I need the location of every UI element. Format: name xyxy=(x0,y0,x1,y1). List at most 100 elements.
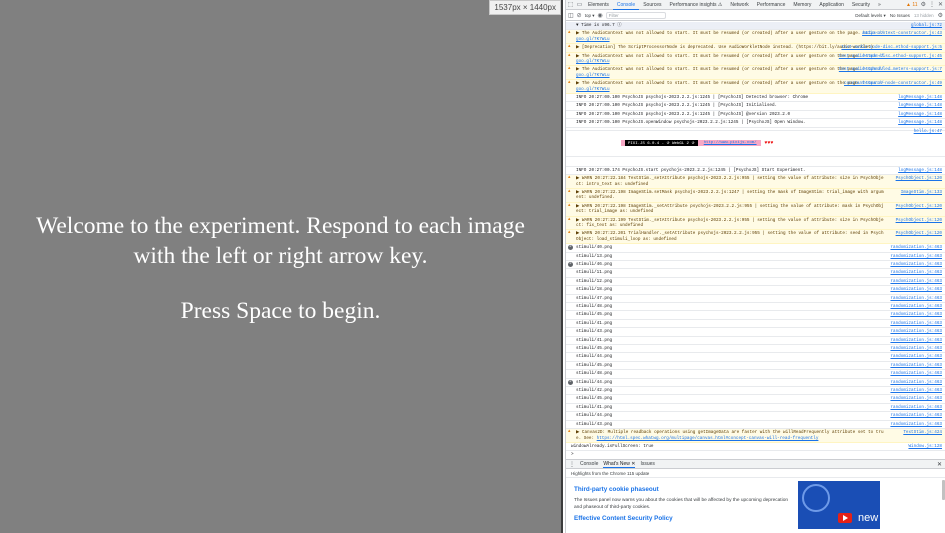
more-options-icon[interactable]: ⋮ xyxy=(929,1,935,8)
sidebar-toggle-icon[interactable]: ◫ xyxy=(568,12,574,19)
stimulus-log-row[interactable]: stimuli/47.png randomization.js:463 xyxy=(566,295,945,303)
source-link[interactable]: randomization.js:463 xyxy=(890,262,942,267)
stimulus-log-row[interactable]: stimuli/45.png randomization.js:463 xyxy=(566,362,945,371)
source-link[interactable]: logMessage.js:148 xyxy=(898,95,942,100)
section-heading[interactable]: Third-party cookie phaseout xyxy=(574,486,941,493)
stimulus-log-row[interactable]: stimuli/44.png randomization.js:463 xyxy=(566,353,945,362)
console-message[interactable]: ▶ The AudioContext was not allowed to st… xyxy=(566,66,945,81)
source-link[interactable]: randomization.js:463 xyxy=(890,270,942,275)
clear-console-icon[interactable]: ⊘ xyxy=(577,12,582,19)
console-message[interactable]: INFO 20:27:00.100 PsychoJS psychojs-2023… xyxy=(566,111,945,120)
source-link[interactable]: logMessage.js:148 xyxy=(898,168,942,173)
source-link[interactable]: randomization.js:463 xyxy=(890,329,942,334)
console-log-area[interactable]: ▼ Time is x96.7 ⓘ global.js:72 ▶ The Audio… xyxy=(566,22,945,459)
source-link[interactable]: randomization.js:463 xyxy=(890,380,942,385)
tab-9[interactable]: » xyxy=(874,0,885,10)
stimulus-log-row[interactable]: stimuli/48.png randomization.js:463 xyxy=(566,370,945,379)
experiment-canvas[interactable]: Welcome to the experiment. Respond to ea… xyxy=(0,0,563,533)
source-link[interactable]: randomization.js:463 xyxy=(890,396,942,401)
console-message[interactable]: INFO 20:27:00.100 PsychoJS psychojs-2023… xyxy=(566,102,945,111)
close-icon[interactable]: ✕ xyxy=(938,1,943,8)
section-heading[interactable]: Effective Content Security Policy xyxy=(574,515,941,522)
whats-new-video-thumbnail[interactable]: new xyxy=(798,481,880,529)
console-message[interactable]: INFO 20:27:00.100 PsychoJS psychojs-2023… xyxy=(566,94,945,103)
source-link[interactable]: randomization.js:463 xyxy=(890,363,942,368)
warning-count-badge[interactable]: ▲ 11 xyxy=(906,2,918,8)
tab-1[interactable]: Console xyxy=(612,0,640,10)
filter-input[interactable]: Filter xyxy=(605,12,666,19)
message-link[interactable]: https://html.spec.whatwg.org/multipage/c… xyxy=(597,436,819,441)
stimulus-log-row[interactable]: stimuli/42.png randomization.js:463 xyxy=(566,387,945,396)
stimulus-log-row[interactable]: stimuli/45.png randomization.js:463 xyxy=(566,345,945,354)
source-link[interactable]: randomization.js:463 xyxy=(890,304,942,309)
source-link[interactable]: randomization.js:463 xyxy=(890,388,942,393)
drawer-tab-console[interactable]: Console xyxy=(580,461,598,467)
source-link[interactable]: randomization.js:463 xyxy=(890,312,942,317)
stimulus-log-row[interactable]: stimuli/45.png randomization.js:463 xyxy=(566,311,945,320)
source-link[interactable]: PsychObject.js:120 xyxy=(896,204,942,209)
stimulus-log-row[interactable]: stimuli/18.png randomization.js:463 xyxy=(566,286,945,295)
tab-3[interactable]: Performance insights ⚠ xyxy=(666,0,727,10)
source-link[interactable]: randomization.js:463 xyxy=(890,245,942,250)
console-message[interactable]: ▶ WARN 20:27:22.198 ImageStim._setAttrib… xyxy=(566,202,945,217)
source-link[interactable]: randomization.js:463 xyxy=(890,405,942,410)
source-link[interactable]: test-audio-node-disc…ethod-support.js:5 xyxy=(841,45,942,50)
source-link[interactable]: audio-context-constructor.js:43 xyxy=(862,31,942,36)
source-link[interactable]: randomization.js:463 xyxy=(890,254,942,259)
stimulus-log-row[interactable]: stimuli/43.png randomization.js:463 xyxy=(566,328,945,337)
source-link[interactable]: hello.js:47 xyxy=(914,129,942,134)
drawer-close-icon[interactable]: ✕ xyxy=(937,461,945,468)
stimulus-log-row[interactable]: stimuli/13.png randomization.js:463 xyxy=(566,253,945,261)
console-message[interactable]: ▶ [Deprecation] The ScriptProcessorNode … xyxy=(566,44,945,53)
stimulus-log-row[interactable]: stimuli/41.png randomization.js:463 xyxy=(566,404,945,413)
tab-6[interactable]: Memory xyxy=(789,0,815,10)
console-message[interactable]: ▶ The AudioContext was not allowed to st… xyxy=(566,52,945,67)
stimulus-log-row[interactable]: stimuli/48.png randomization.js:463 xyxy=(566,303,945,312)
stimulus-log-row[interactable]: stimuli/44.png randomization.js:463 xyxy=(566,412,945,421)
tab-5[interactable]: Performance xyxy=(753,0,790,10)
tab-4[interactable]: Network xyxy=(726,0,752,10)
tab-7[interactable]: Application xyxy=(815,0,847,10)
console-message[interactable]: ▶ WARN 20:27:22.184 TextStim._setAttribu… xyxy=(566,175,945,189)
drawer-tab-whats-new[interactable]: What's New ✕ xyxy=(603,461,636,468)
console-message[interactable]: ▶ Canvas2D: Multiple readback operations… xyxy=(566,429,945,443)
source-link[interactable]: logMessage.js:148 xyxy=(898,103,942,108)
console-message[interactable]: hello.js:47 xyxy=(566,128,945,134)
source-link[interactable]: logMessage.js:148 xyxy=(898,112,942,117)
source-link[interactable]: randomization.js:463 xyxy=(890,338,942,343)
issues-counter[interactable]: No Issues xyxy=(890,13,910,18)
source-link[interactable]: randomization.js:463 xyxy=(890,354,942,359)
stimulus-log-row[interactable]: stimuli/45.png randomization.js:463 xyxy=(566,395,945,404)
stimulus-log-row[interactable]: stimuli/12.png randomization.js:463 xyxy=(566,278,945,287)
console-message[interactable]: ▼ Time is x96.7 ⓘ global.js:72 xyxy=(566,22,945,31)
tab-2[interactable]: Sources xyxy=(639,0,665,10)
source-link[interactable]: randomization.js:463 xyxy=(890,422,942,427)
console-message[interactable]: INFO 20:27:00.174 PsychoJS.start psychoj… xyxy=(566,167,945,176)
console-message[interactable]: ▶ WARN 20:27:22.199 TextStim._setAttribu… xyxy=(566,216,945,231)
tab-8[interactable]: Security xyxy=(848,0,874,10)
source-link[interactable]: Window.js:128 xyxy=(908,444,942,449)
console-message[interactable]: windowAlready.isFullScreen: true Window.j… xyxy=(566,443,945,452)
stimulus-log-row[interactable]: stimuli/41.png randomization.js:463 xyxy=(566,320,945,329)
stimulus-log-row[interactable]: stimuli/41.png randomization.js:463 xyxy=(566,337,945,346)
source-link[interactable]: PsychObject.js:120 xyxy=(896,231,942,236)
console-message[interactable]: ▶ The AudioContext was not allowed to st… xyxy=(566,30,945,45)
console-message[interactable]: > xyxy=(566,451,945,459)
inspect-element-icon[interactable]: ⬚ xyxy=(566,0,575,9)
console-message[interactable]: ▶ WARN 20:27:22.198 ImageStim.setMask ps… xyxy=(566,188,945,203)
context-selector[interactable]: top ▾ xyxy=(585,13,595,19)
source-link[interactable]: test-audio-node-disc…ethod-support.js:45 xyxy=(839,54,942,59)
stimulus-log-row[interactable]: stimuli/43.png randomization.js:463 xyxy=(566,421,945,430)
source-link[interactable]: randomization.js:463 xyxy=(890,321,942,326)
source-link[interactable]: constant-source-node-constructor.js:49 xyxy=(844,81,942,86)
source-link[interactable]: randomization.js:463 xyxy=(890,279,942,284)
settings-icon[interactable]: ⚙ xyxy=(921,1,926,8)
source-link[interactable]: randomization.js:463 xyxy=(890,413,942,418)
source-link[interactable]: test-audio-scheduled…meters-support.js:7 xyxy=(839,67,942,72)
source-link[interactable]: PsychObject.js:120 xyxy=(896,218,942,223)
source-link[interactable]: TextStim.js:424 xyxy=(903,430,942,435)
pixi-link[interactable]: http://www.pixijs.com/ xyxy=(704,141,757,145)
stimulus-log-row[interactable]: 2 stimuli/46.png randomization.js:463 xyxy=(566,261,945,270)
source-link[interactable]: randomization.js:463 xyxy=(890,296,942,301)
console-message[interactable]: ▶ WARN 20:27:22.201 TrialHandler._setAtt… xyxy=(566,230,945,245)
